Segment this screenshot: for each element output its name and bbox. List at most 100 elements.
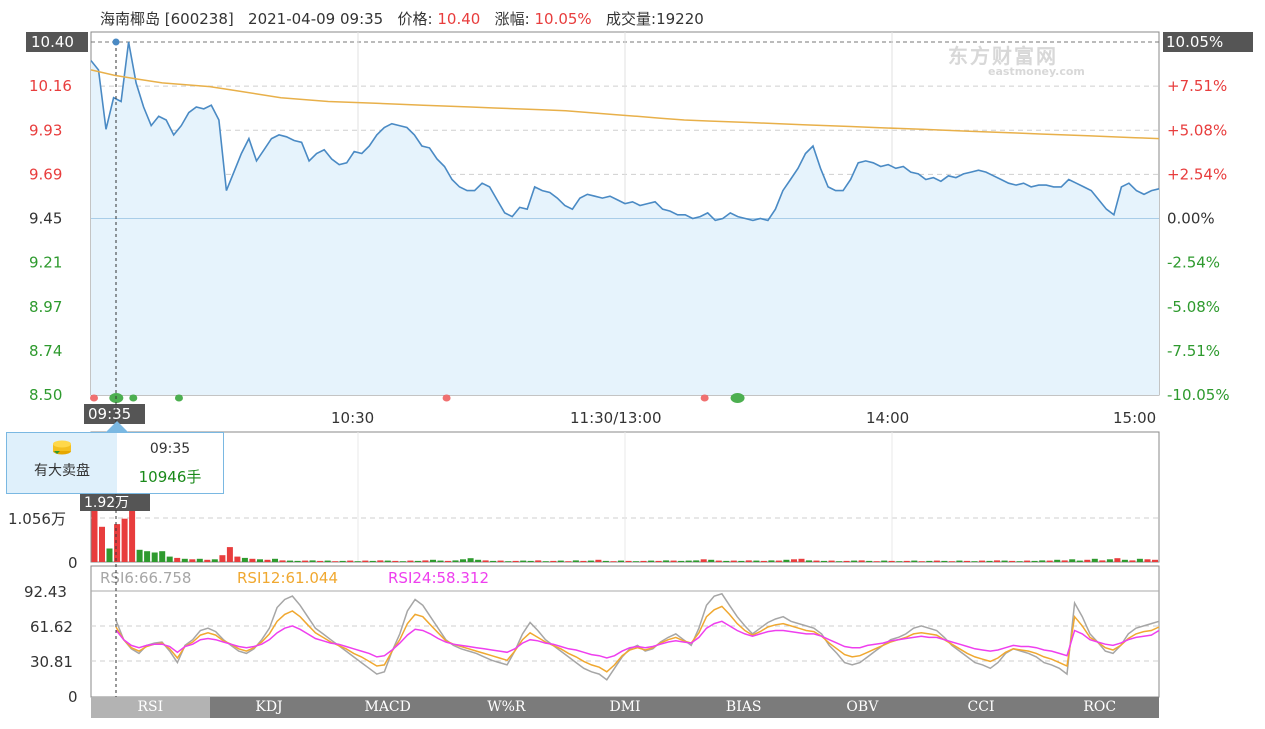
volume-bar — [452, 560, 459, 562]
volume-bar — [670, 560, 677, 562]
intraday-chart[interactable]: 10.40 10.05% 10.16 +7.51% 9.93 +5.08% 9.69 +2.5… — [0, 0, 1265, 729]
volume-bar — [700, 559, 707, 562]
volume-bar — [1054, 559, 1061, 562]
volume-bar — [798, 558, 805, 563]
volume-bar — [693, 560, 700, 562]
volume-bar — [196, 558, 203, 563]
volume-bar — [91, 510, 98, 562]
volume-bar — [941, 560, 948, 562]
tab-obv[interactable]: OBV — [803, 697, 922, 718]
volume-bar — [144, 551, 151, 562]
tab-kdj[interactable]: KDJ — [209, 697, 329, 718]
tab-bias[interactable]: BIAS — [684, 697, 804, 718]
volume-bar — [572, 560, 579, 562]
volume-bar — [392, 560, 399, 562]
volume-bar — [272, 558, 278, 563]
volume-bar — [866, 560, 873, 562]
trade-tooltip: 有大卖盘 09:35 10946手 — [6, 432, 224, 494]
volume-bar — [535, 560, 542, 562]
volume-bar — [512, 560, 519, 562]
volume-bar — [475, 559, 482, 562]
volume-bar — [565, 561, 572, 562]
y-tick-right: -10.05% — [1167, 386, 1230, 404]
y-tick-left: 9.69 — [29, 165, 62, 183]
y-tick-left: 8.97 — [29, 298, 62, 316]
volume-bar — [557, 560, 564, 562]
tab-dmi[interactable]: DMI — [565, 697, 685, 718]
volume-bar — [527, 560, 534, 562]
volume-bar — [219, 555, 226, 562]
volume-bar — [467, 558, 474, 562]
volume-bar — [114, 524, 121, 562]
volume-bar — [490, 560, 497, 562]
volume-bar — [226, 547, 233, 562]
volume-bar — [843, 560, 850, 562]
trade-marker[interactable] — [700, 394, 709, 402]
volume-bar — [151, 552, 158, 562]
trade-marker[interactable] — [90, 394, 98, 402]
y-tick-left: 9.21 — [29, 254, 62, 272]
volume-bar — [640, 560, 647, 562]
volume-bar — [986, 560, 993, 562]
tooltip-detail: 09:35 10946手 — [117, 433, 223, 493]
volume-bar — [362, 560, 369, 562]
x-tick-label: 11:30/13:00 — [570, 409, 662, 427]
volume-bar — [587, 560, 594, 562]
volume-bar — [542, 561, 549, 562]
volume-bar — [933, 560, 940, 562]
volume-bar — [159, 551, 166, 562]
volume-bar — [896, 561, 903, 562]
volume-bar — [136, 549, 143, 562]
volume-bar — [580, 560, 587, 562]
volume-bar — [655, 560, 662, 562]
volume-bar — [1106, 559, 1113, 562]
volume-bar — [1144, 559, 1151, 562]
trade-marker[interactable] — [442, 394, 451, 402]
y-tick-right: -2.54% — [1167, 254, 1220, 272]
volume-bar — [354, 561, 361, 562]
rsi-legend-rsi24: RSI24:58.312 — [388, 569, 489, 587]
volume-bar — [211, 559, 218, 562]
volume-bar — [166, 556, 173, 562]
volume-bar — [234, 556, 241, 562]
volume-bar — [332, 561, 339, 562]
y-tick-left: 9.93 — [29, 121, 62, 139]
volume-bar — [956, 560, 963, 562]
tab-roc[interactable]: ROC — [1040, 697, 1160, 718]
volume-bar — [1046, 560, 1053, 562]
volume-bar — [407, 560, 414, 562]
volume-bar — [1061, 560, 1068, 562]
trade-marker[interactable] — [129, 394, 138, 402]
tooltip-time: 09:35 — [149, 441, 191, 457]
tab-cci[interactable]: CCI — [921, 697, 1041, 718]
volume-bar — [241, 557, 248, 562]
volume-bar — [520, 560, 527, 562]
trade-marker[interactable] — [730, 393, 745, 403]
volume-bar — [106, 548, 113, 562]
tab-macd[interactable]: MACD — [328, 697, 448, 718]
y-tick-right: +7.51% — [1167, 77, 1227, 95]
volume-bar — [1016, 561, 1023, 562]
rsi-legend-rsi12: RSI12:61.044 — [237, 569, 338, 587]
volume-bar — [422, 560, 429, 562]
tab-rsi[interactable]: RSI — [91, 697, 210, 718]
y-tick-left: 10.16 — [29, 77, 72, 95]
trade-marker[interactable] — [174, 394, 183, 402]
volume-bar — [791, 559, 797, 562]
tooltip-volume: 10946手 — [138, 468, 202, 486]
rsi-y-tick: 61.62 — [30, 618, 73, 636]
rsi-legend-rsi6: RSI6:66.758 — [100, 569, 191, 587]
volume-bar — [610, 561, 617, 562]
volume-bar — [1031, 560, 1038, 562]
volume-bar — [851, 560, 858, 562]
volume-y-tick: 1.056万 — [8, 510, 66, 528]
volume-bar — [685, 560, 692, 562]
volume-bar — [708, 559, 715, 562]
volume-bar — [926, 560, 933, 562]
volume-bar — [189, 559, 196, 562]
volume-bar — [648, 560, 655, 562]
volume-bar — [1039, 560, 1046, 562]
volume-bar — [971, 561, 978, 562]
volume-bar — [806, 560, 812, 562]
tab-wr[interactable]: W%R — [447, 697, 566, 718]
